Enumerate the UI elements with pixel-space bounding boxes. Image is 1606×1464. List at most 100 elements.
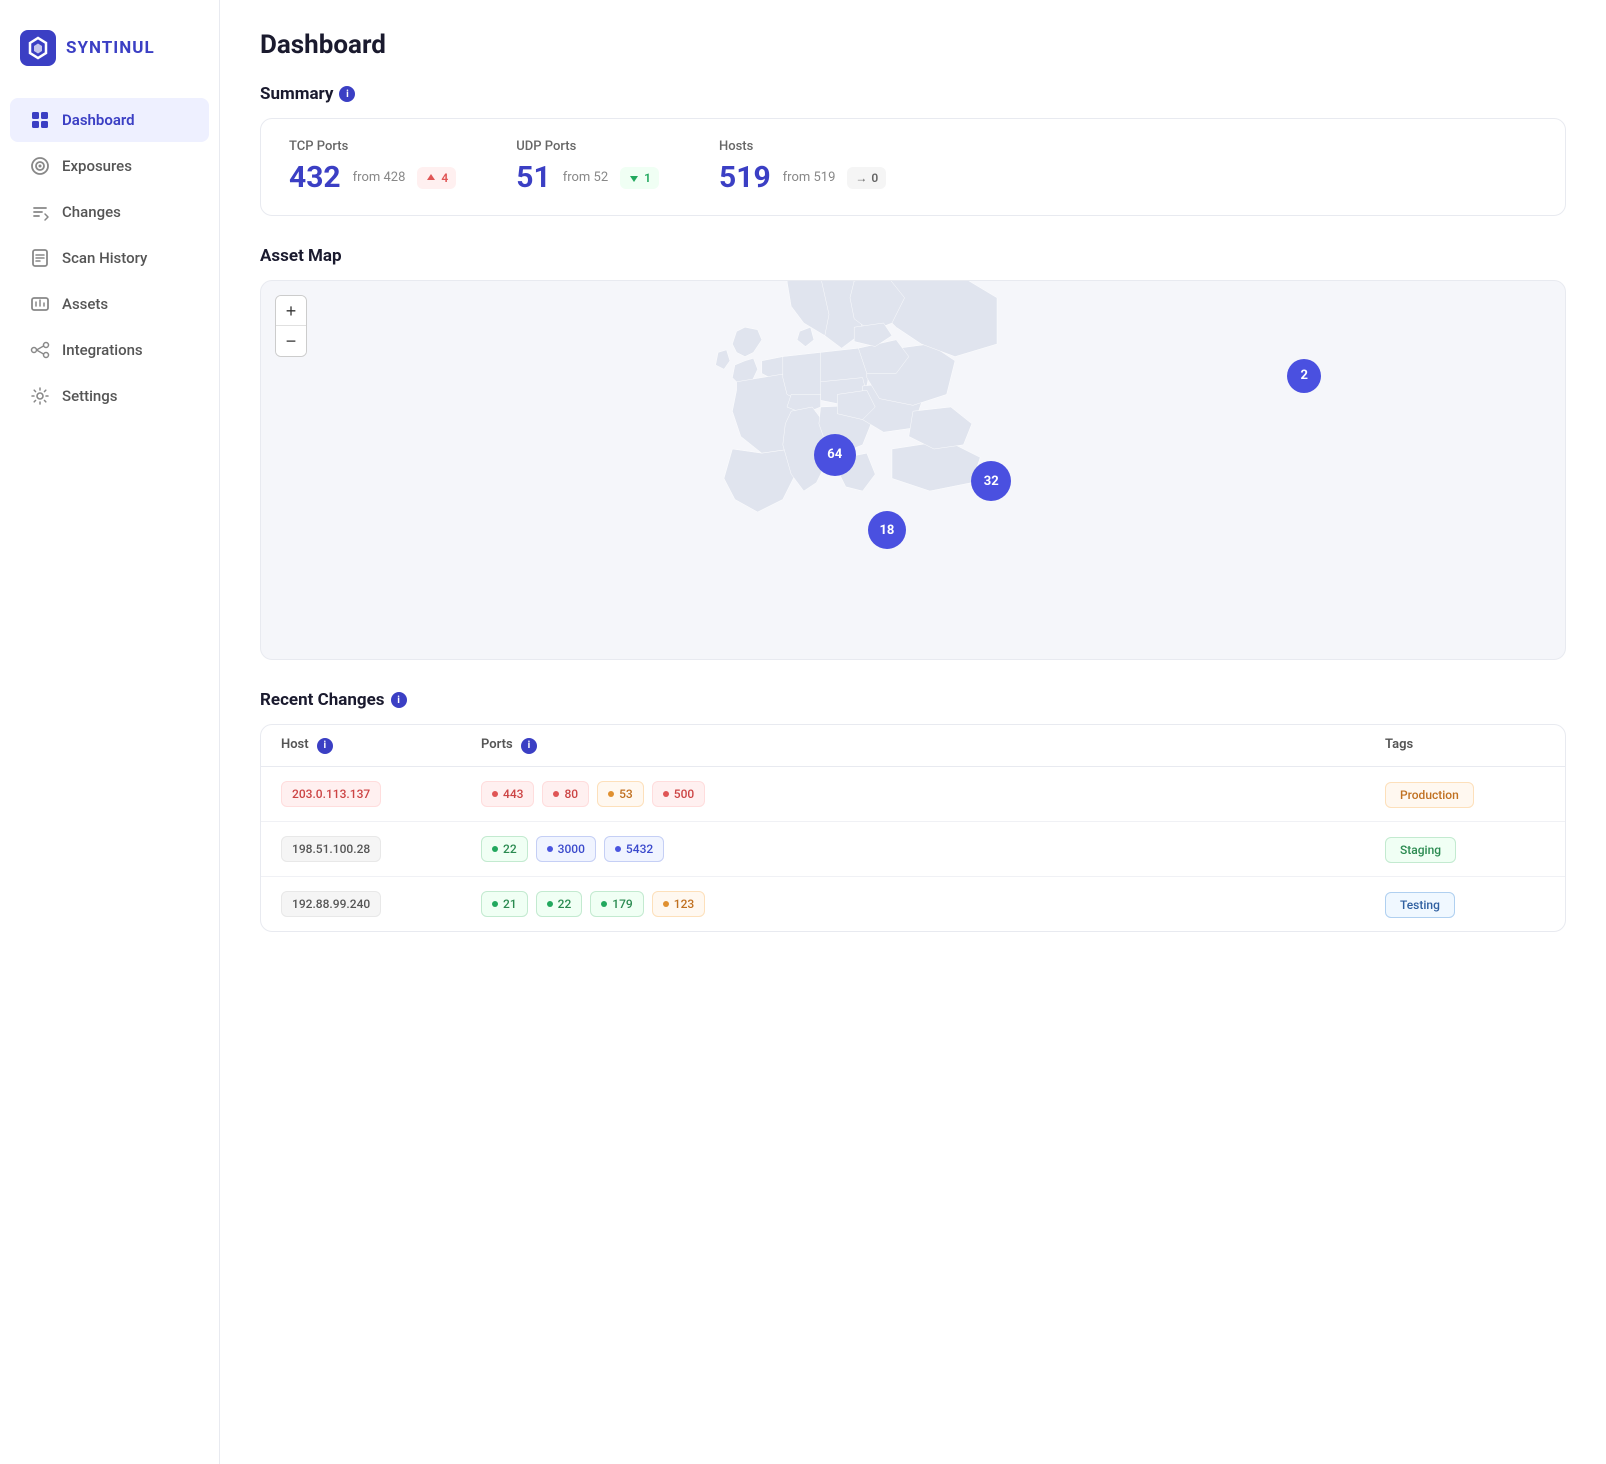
summary-card: TCP Ports 432 from 428 4 UDP Ports 51 fr… bbox=[260, 118, 1566, 216]
main-content: Dashboard Summary i TCP Ports 432 from 4… bbox=[220, 0, 1606, 1464]
cluster-marker-32[interactable]: 32 bbox=[971, 461, 1011, 501]
sidebar-item-assets-label: Assets bbox=[62, 295, 108, 313]
summary-section: Summary i TCP Ports 432 from 428 4 UDP P… bbox=[260, 84, 1566, 216]
arrow-up-icon bbox=[425, 172, 437, 184]
sidebar-nav: Dashboard Exposures Changes Scan bbox=[0, 96, 219, 420]
sidebar-item-exposures-label: Exposures bbox=[62, 157, 132, 175]
logo-icon bbox=[20, 30, 56, 66]
port-500: 500 bbox=[652, 781, 705, 807]
tcp-ports-row: 432 from 428 4 bbox=[289, 160, 456, 195]
host-badge-2: 198.51.100.28 bbox=[281, 836, 381, 862]
cluster-marker-64[interactable]: 64 bbox=[814, 434, 856, 476]
map-svg bbox=[261, 281, 1565, 659]
summary-info-icon: i bbox=[339, 86, 355, 102]
port-3000: 3000 bbox=[536, 836, 596, 862]
sidebar-item-integrations[interactable]: Integrations bbox=[10, 328, 209, 372]
integrations-icon bbox=[30, 340, 50, 360]
exposures-icon bbox=[30, 156, 50, 176]
settings-icon bbox=[30, 386, 50, 406]
map-controls: + − bbox=[275, 295, 307, 357]
ports-cell-2: 22 3000 5432 bbox=[481, 836, 1385, 862]
port-179: 179 bbox=[590, 891, 643, 917]
sidebar-item-exposures[interactable]: Exposures bbox=[10, 144, 209, 188]
hosts-badge: → 0 bbox=[847, 167, 886, 189]
sidebar-item-dashboard-label: Dashboard bbox=[62, 111, 135, 129]
port-123: 123 bbox=[652, 891, 705, 917]
tag-staging: Staging bbox=[1385, 837, 1456, 863]
hosts-value: 519 bbox=[719, 160, 771, 195]
tag-testing: Testing bbox=[1385, 892, 1455, 918]
tcp-ports-label: TCP Ports bbox=[289, 139, 456, 154]
host-cell-2: 198.51.100.28 bbox=[281, 836, 481, 862]
sidebar-item-integrations-label: Integrations bbox=[62, 341, 143, 359]
port-21: 21 bbox=[481, 891, 528, 917]
ports-cell-3: 21 22 179 123 bbox=[481, 891, 1385, 917]
tcp-ports-stat: TCP Ports 432 from 428 4 bbox=[289, 139, 456, 195]
udp-ports-stat: UDP Ports 51 from 52 1 bbox=[516, 139, 659, 195]
sidebar-item-settings-label: Settings bbox=[62, 387, 118, 405]
recent-changes-heading: Recent Changes i bbox=[260, 690, 1566, 710]
zoom-in-button[interactable]: + bbox=[276, 296, 306, 326]
port-443: 443 bbox=[481, 781, 534, 807]
zoom-out-button[interactable]: − bbox=[276, 326, 306, 356]
host-cell-3: 192.88.99.240 bbox=[281, 891, 481, 917]
sidebar-item-dashboard[interactable]: Dashboard bbox=[10, 98, 209, 142]
table-row: 198.51.100.28 22 3000 5432 bbox=[261, 822, 1565, 877]
sidebar-item-assets[interactable]: Assets bbox=[10, 282, 209, 326]
port-22-2: 22 bbox=[536, 891, 583, 917]
port-80: 80 bbox=[542, 781, 589, 807]
sidebar-item-settings[interactable]: Settings bbox=[10, 374, 209, 418]
host-cell-1: 203.0.113.137 bbox=[281, 781, 481, 807]
host-badge-3: 192.88.99.240 bbox=[281, 891, 381, 917]
recent-changes-info-icon: i bbox=[391, 692, 407, 708]
udp-ports-value: 51 bbox=[516, 160, 550, 195]
page-title: Dashboard bbox=[260, 30, 1566, 60]
tag-production: Production bbox=[1385, 782, 1474, 808]
summary-heading: Summary i bbox=[260, 84, 1566, 104]
cluster-marker-2[interactable]: 2 bbox=[1287, 359, 1321, 393]
app-name: SYNTINUL bbox=[66, 38, 155, 58]
changes-table: Host i Ports i Tags 203.0.113.137 bbox=[260, 724, 1566, 932]
sidebar-item-scan-history[interactable]: Scan History bbox=[10, 236, 209, 280]
udp-ports-row: 51 from 52 1 bbox=[516, 160, 659, 195]
tags-cell-1: Production bbox=[1385, 784, 1545, 803]
host-col-info-icon: i bbox=[317, 738, 333, 754]
col-ports: Ports i bbox=[481, 737, 1385, 754]
hosts-label: Hosts bbox=[719, 139, 886, 154]
asset-map-section: Asset Map + − bbox=[260, 246, 1566, 660]
udp-ports-label: UDP Ports bbox=[516, 139, 659, 154]
port-5432: 5432 bbox=[604, 836, 664, 862]
col-host: Host i bbox=[281, 737, 481, 754]
sidebar-item-changes[interactable]: Changes bbox=[10, 190, 209, 234]
scan-history-icon bbox=[30, 248, 50, 268]
tags-cell-3: Testing bbox=[1385, 894, 1545, 913]
table-row: 203.0.113.137 443 80 53 bbox=[261, 767, 1565, 822]
table-header: Host i Ports i Tags bbox=[261, 725, 1565, 767]
ports-col-info-icon: i bbox=[521, 738, 537, 754]
sidebar-item-changes-label: Changes bbox=[62, 203, 121, 221]
tcp-ports-from: from 428 bbox=[353, 170, 406, 185]
tcp-ports-value: 432 bbox=[289, 160, 341, 195]
table-row: 192.88.99.240 21 22 179 bbox=[261, 877, 1565, 931]
dashboard-icon bbox=[30, 110, 50, 130]
host-badge-1: 203.0.113.137 bbox=[281, 781, 381, 807]
port-22-1: 22 bbox=[481, 836, 528, 862]
logo-area: SYNTINUL bbox=[0, 20, 219, 96]
recent-changes-section: Recent Changes i Host i Ports i Tags bbox=[260, 690, 1566, 932]
col-tags: Tags bbox=[1385, 737, 1545, 754]
cluster-marker-18[interactable]: 18 bbox=[868, 511, 906, 549]
udp-ports-from: from 52 bbox=[563, 170, 608, 185]
sidebar-item-scan-history-label: Scan History bbox=[62, 249, 147, 267]
assets-icon bbox=[30, 294, 50, 314]
hosts-row: 519 from 519 → 0 bbox=[719, 160, 886, 195]
map-container: + − bbox=[260, 280, 1566, 660]
port-53: 53 bbox=[597, 781, 644, 807]
tags-cell-2: Staging bbox=[1385, 839, 1545, 858]
changes-icon bbox=[30, 202, 50, 222]
ports-cell-1: 443 80 53 500 bbox=[481, 781, 1385, 807]
udp-ports-badge: 1 bbox=[620, 167, 659, 189]
tcp-ports-badge: 4 bbox=[417, 167, 456, 189]
asset-map-heading: Asset Map bbox=[260, 246, 1566, 266]
arrow-down-icon bbox=[628, 172, 640, 184]
hosts-stat: Hosts 519 from 519 → 0 bbox=[719, 139, 886, 195]
